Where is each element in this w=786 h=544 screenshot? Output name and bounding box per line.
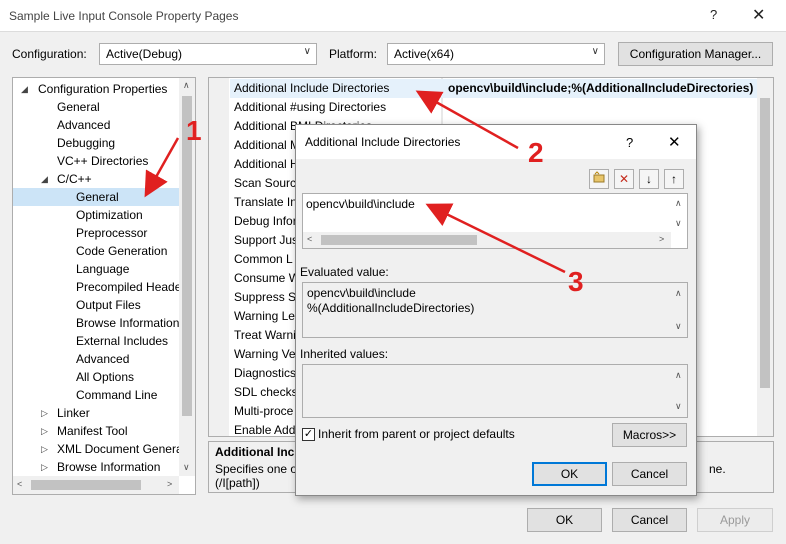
annotation-arrow-1 <box>144 137 180 198</box>
annotation-number-1: 1 <box>186 115 202 146</box>
annotation-arrow-2 <box>415 90 519 150</box>
annotation-number-2: 2 <box>528 137 544 168</box>
annotation-number-3: 3 <box>568 266 584 297</box>
annotation-arrow-3 <box>425 203 566 274</box>
annotation-arrows <box>144 90 566 274</box>
